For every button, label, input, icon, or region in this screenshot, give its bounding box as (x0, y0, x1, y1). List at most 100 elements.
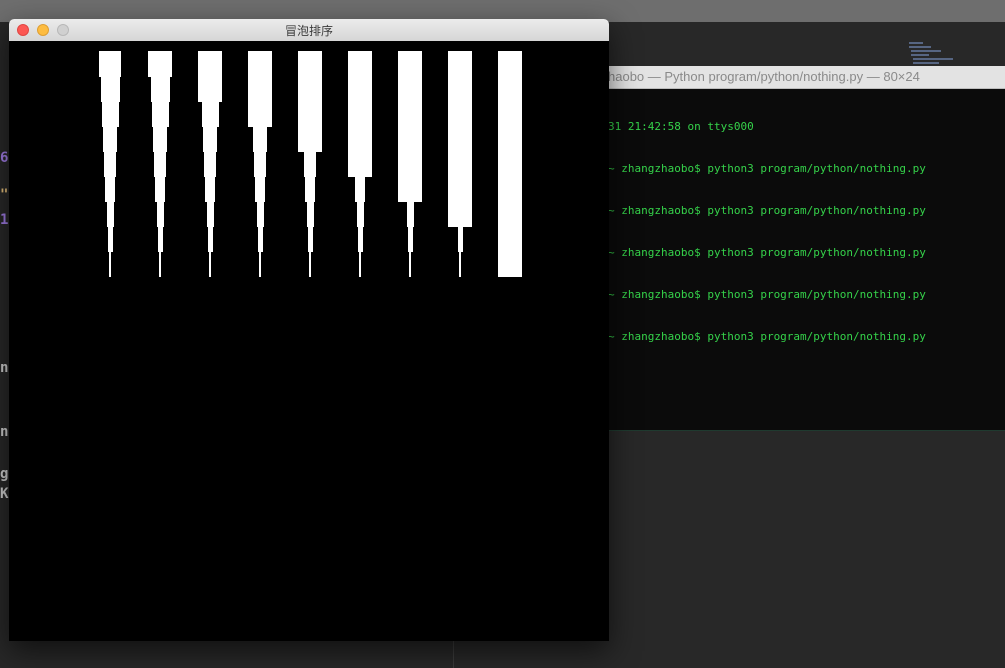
bar-segment (448, 51, 472, 77)
bar-segment (151, 76, 170, 102)
bar-segment (448, 126, 472, 152)
bar-segment (152, 101, 169, 127)
bar-segment (498, 201, 522, 227)
sort-visualization-canvas[interactable] (9, 41, 609, 641)
bar-segment (104, 151, 116, 177)
bar-segment (398, 51, 422, 77)
bar-segment (498, 101, 522, 127)
bar-segment (348, 51, 372, 77)
bar-segment (248, 76, 272, 102)
bar-segment (298, 76, 322, 102)
minimap-line (909, 46, 931, 48)
bar-segment (158, 226, 163, 252)
bar-segment (248, 101, 272, 127)
bar-segment (257, 201, 264, 227)
bar-segment (458, 226, 463, 252)
bar-segment (459, 251, 461, 277)
bar-segment (307, 201, 314, 227)
bar-segment (304, 151, 316, 177)
bar-segment (348, 101, 372, 127)
bar-segment (208, 226, 213, 252)
bar-segment (99, 51, 121, 77)
terminal-titlebar[interactable]: haobo — Python program/python/nothing.py… (560, 66, 1005, 89)
terminal-title: haobo — Python program/python/nothing.py… (608, 69, 920, 84)
bar-segment (255, 176, 265, 202)
bar-segment (398, 126, 422, 152)
bar-segment (448, 201, 472, 227)
terminal-line: ~ zhangzhaobo$ python3 program/python/no… (608, 288, 926, 301)
bar-segment (153, 126, 167, 152)
terminal-line: ~ zhangzhaobo$ python3 program/python/no… (608, 204, 926, 217)
code-fragment: " (0, 187, 9, 203)
minimap-line (913, 58, 953, 60)
terminal-line: 31 21:42:58 on ttys000 (608, 120, 754, 133)
code-fragment: n (0, 360, 9, 376)
bar-segment (298, 101, 322, 127)
bar-segment (154, 151, 166, 177)
bubble-sort-window[interactable]: 冒泡排序 (9, 19, 609, 641)
bar-segment (107, 201, 114, 227)
bar-segment (309, 251, 311, 277)
bar-segment (108, 226, 113, 252)
bar-segment (408, 226, 413, 252)
bar-segment (198, 76, 222, 102)
bar-segment (498, 151, 522, 177)
bar-segment (101, 76, 120, 102)
bar-segment (498, 76, 522, 102)
bar-segment (198, 51, 222, 77)
terminal-line: ~ zhangzhaobo$ python3 program/python/no… (608, 162, 926, 175)
bar-segment (254, 151, 266, 177)
bar-segment (209, 251, 211, 277)
bar-segment (253, 126, 267, 152)
bar-segment (105, 176, 115, 202)
minimap-line (911, 50, 941, 52)
window-titlebar[interactable]: 冒泡排序 (9, 19, 609, 42)
bar-segment (248, 51, 272, 77)
bar-segment (448, 151, 472, 177)
bar-segment (409, 251, 411, 277)
terminal-output[interactable]: 31 21:42:58 on ttys000 ~ zhangzhaobo$ py… (608, 92, 926, 372)
bar-segment (259, 251, 261, 277)
code-fragment: 1 (0, 212, 9, 228)
minimap-line (909, 42, 923, 44)
bar-segment (398, 151, 422, 177)
bar-segment (159, 251, 161, 277)
bar-segment (348, 151, 372, 177)
bar-segment (155, 176, 165, 202)
terminal-line: ~ zhangzhaobo$ python3 program/python/no… (608, 246, 926, 259)
minimap-line (911, 54, 929, 56)
bar-segment (207, 201, 214, 227)
bar-segment (305, 176, 315, 202)
bar-segment (308, 226, 313, 252)
code-fragment: K (0, 486, 9, 502)
window-title: 冒泡排序 (284, 24, 333, 38)
terminal-line: ~ zhangzhaobo$ python3 program/python/no… (608, 330, 926, 343)
bar-segment (359, 251, 361, 277)
bar-segment (109, 251, 111, 277)
bar-segment (258, 226, 263, 252)
bar-segment (204, 151, 216, 177)
bar-segment (298, 51, 322, 77)
bar-segment (498, 51, 522, 77)
bar-segment (498, 251, 522, 277)
bar-segment (398, 176, 422, 202)
bar-segment (348, 126, 372, 152)
bar-segment (448, 176, 472, 202)
minimap-line (913, 62, 939, 64)
bar-segment (448, 101, 472, 127)
bar-segment (398, 101, 422, 127)
bar-segment (103, 126, 117, 152)
bar-segment (348, 76, 372, 102)
bar-segment (157, 201, 164, 227)
bar-segment (498, 126, 522, 152)
bar-segment (398, 76, 422, 102)
bar-segment (203, 126, 217, 152)
bar-segment (357, 201, 364, 227)
desktop: 60 " 1 n n, ge K haobo — Python program/… (0, 0, 1005, 668)
bar-segment (102, 101, 119, 127)
bar-segment (202, 101, 219, 127)
bar-segment (298, 126, 322, 152)
bar-segment (407, 201, 414, 227)
bar-segment (205, 176, 215, 202)
terminal-window[interactable]: haobo — Python program/python/nothing.py… (560, 66, 1005, 431)
